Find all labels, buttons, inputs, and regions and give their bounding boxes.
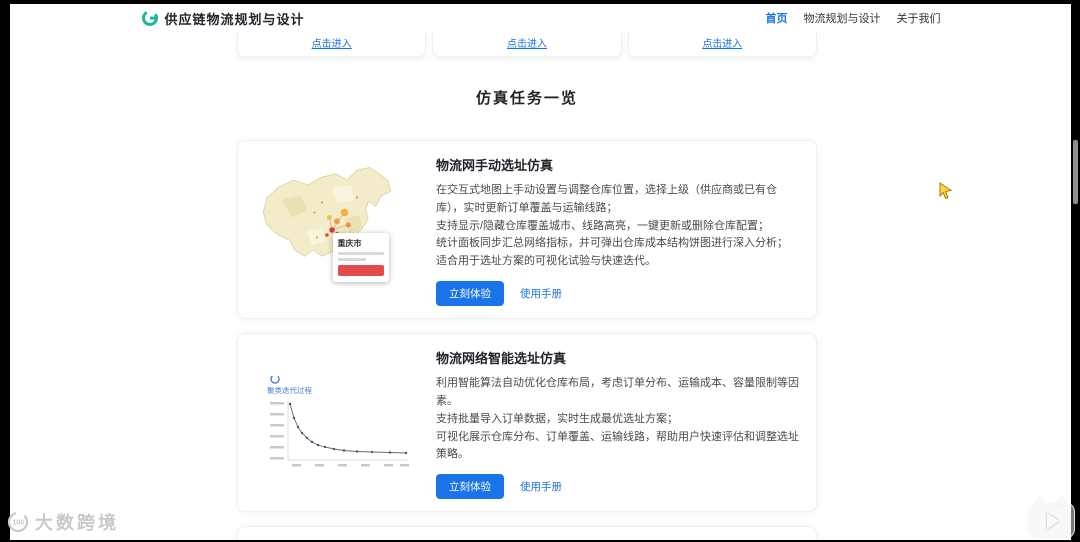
scrollbar-thumb[interactable] xyxy=(1073,140,1078,204)
player-body xyxy=(1027,502,1075,539)
task-body: 仓库存储与拣选仿真 根据货架与通道参数快速搭建仓库场景，支持 SKU 分配与订单… xyxy=(436,539,802,540)
header-inner: 供应链物流规划与设计 首页 物流规划与设计 关于我们 xyxy=(141,9,941,28)
enter-link[interactable]: 点击进入 xyxy=(702,35,742,50)
play-icon xyxy=(1047,512,1059,529)
task-body: 物流网络智能选址仿真 利用智能算法自动优化仓库布局，考虑订单分布、运输成本、容量… xyxy=(436,346,802,500)
try-now-button[interactable]: 立刻体验 xyxy=(436,281,504,307)
brand-logo-icon xyxy=(141,10,158,26)
nav-item-home[interactable]: 首页 xyxy=(766,10,788,26)
feature-card-partial: 点击进入 xyxy=(627,32,817,57)
task-card-intelligent-siting: 聚类迭代过程 物流网络智能选址仿真 利用智能算法自动优化仓库布局，考虑订单分布、… xyxy=(237,333,817,513)
task-title: 物流网手动选址仿真 xyxy=(436,158,554,173)
curve-dots xyxy=(288,402,408,455)
main-content: 点击进入 点击进入 点击进入 仿真任务一览 重庆市 物流网手动选址仿真 在交互式… xyxy=(237,32,817,540)
manual-link[interactable]: 使用手册 xyxy=(520,286,562,301)
main-nav: 首页 物流规划与设计 关于我们 xyxy=(766,10,941,26)
task-media: 重庆市 xyxy=(252,153,422,306)
watermark: 100 大数跨境 xyxy=(6,509,119,535)
nav-item-about[interactable]: 关于我们 xyxy=(897,10,941,26)
enter-link[interactable]: 点击进入 xyxy=(312,35,352,50)
feature-card-partial: 点击进入 xyxy=(237,32,427,57)
section-title: 仿真任务一览 xyxy=(475,90,578,107)
task-media: ✕ ✕ ✕ ✕ ✕ xyxy=(252,539,422,540)
task-description: 在交互式地图上手动设置与调整仓库位置，选择上级（供应商或已有仓库），实时更新订单… xyxy=(436,182,802,271)
desc-line: 统计面板同步汇总网络指标，并可弹出仓库成本结构饼图进行深入分析； xyxy=(436,237,788,250)
china-map-illustration: 重庆市 xyxy=(255,159,420,301)
video-frame: 供应链物流规划与设计 首页 物流规划与设计 关于我们 点击进入 点击进入 点击进… xyxy=(0,0,1080,542)
x-tick-labels xyxy=(292,464,409,467)
tooltip-text-bar xyxy=(337,251,384,255)
app-screen: 供应链物流规划与设计 首页 物流规划与设计 关于我们 点击进入 点击进入 点击进… xyxy=(10,4,1071,540)
convergence-curve xyxy=(289,403,407,454)
desc-line: 支持批量导入订单数据，实时生成最优选址方案； xyxy=(436,412,678,425)
video-play-button[interactable] xyxy=(1027,493,1075,539)
map-tooltip: 重庆市 xyxy=(332,232,389,282)
loading-spinner-icon xyxy=(270,374,280,384)
task-actions: 立刻体验 使用手册 xyxy=(436,474,802,500)
nav-item-planning[interactable]: 物流规划与设计 xyxy=(804,10,881,26)
convergence-chart: 聚类迭代过程 xyxy=(267,374,409,467)
top-cards-row: 点击进入 点击进入 点击进入 xyxy=(237,32,817,57)
task-description: 利用智能算法自动优化仓库布局，考虑订单分布、运输成本、容量限制等因素。 支持批量… xyxy=(436,375,802,464)
task-card-warehouse-picking: ✕ ✕ ✕ ✕ ✕ 仓库存储与拣选仿真 根据货架与通道参数快速搭建仓库场景，支持… xyxy=(237,526,817,540)
task-actions: 立刻体验 使用手册 xyxy=(436,281,802,307)
header: 供应链物流规划与设计 首页 物流规划与设计 关于我们 xyxy=(10,4,1071,32)
task-media: 聚类迭代过程 xyxy=(252,346,422,499)
desc-line: 在交互式地图上手动设置与调整仓库位置，选择上级（供应商或已有仓库），实时更新订单… xyxy=(436,184,777,214)
map-tooltip-city: 重庆市 xyxy=(337,238,362,248)
chart-title: 聚类迭代过程 xyxy=(267,385,312,395)
enter-link[interactable]: 点击进入 xyxy=(507,35,547,50)
try-now-button[interactable]: 立刻体验 xyxy=(436,474,504,500)
svg-text:100: 100 xyxy=(13,520,25,527)
brand-title: 供应链物流规划与设计 xyxy=(164,11,305,27)
task-card-manual-siting: 重庆市 物流网手动选址仿真 在交互式地图上手动设置与调整仓库位置，选择上级（供应… xyxy=(237,140,817,320)
desc-line: 支持显示/隐藏仓库覆盖城市、线路高亮，一键更新或删除仓库配置； xyxy=(436,219,770,232)
desc-line: 可视化展示仓库分布、订单覆盖、运输线路，帮助用户快速评估和调整选址策略。 xyxy=(436,430,799,461)
desc-line: 利用智能算法自动优化仓库布局，考虑订单分布、运输成本、容量限制等因素。 xyxy=(436,377,799,407)
task-title: 物流网络智能选址仿真 xyxy=(436,351,567,367)
y-tick-labels xyxy=(270,402,284,460)
tooltip-action-button[interactable] xyxy=(337,264,384,276)
watermark-logo-icon: 100 xyxy=(7,511,29,533)
manual-link[interactable]: 使用手册 xyxy=(520,479,562,494)
feature-card-partial: 点击进入 xyxy=(432,32,622,57)
tooltip-text-bar xyxy=(337,257,367,261)
desc-line: 适合用于选址方案的可视化试验与快速迭代。 xyxy=(436,255,656,268)
brand: 供应链物流规划与设计 xyxy=(141,9,305,28)
task-body: 物流网手动选址仿真 在交互式地图上手动设置与调整仓库位置，选择上级（供应商或已有… xyxy=(436,153,802,307)
watermark-text: 大数跨境 xyxy=(35,513,119,533)
